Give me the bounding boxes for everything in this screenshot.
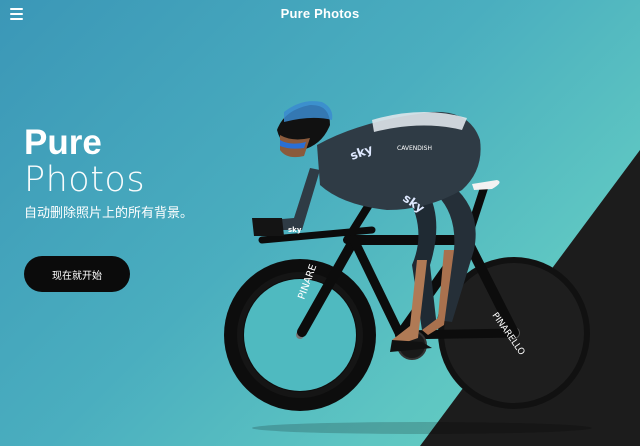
hero-subtitle: Photos	[24, 160, 146, 200]
hero-title: Pure	[24, 123, 102, 162]
app-title: Pure Photos	[280, 6, 360, 21]
svg-text:CAVENDISH: CAVENDISH	[397, 145, 432, 152]
cyclist-image: PINARE PINARELLO CAVENDISH sky sky sky	[224, 101, 592, 434]
svg-text:sky: sky	[288, 226, 302, 234]
get-started-button[interactable]: 现在就开始	[24, 256, 130, 292]
hero-description: 自动删除照片上的所有背景。	[24, 206, 194, 221]
saddle	[472, 180, 500, 190]
